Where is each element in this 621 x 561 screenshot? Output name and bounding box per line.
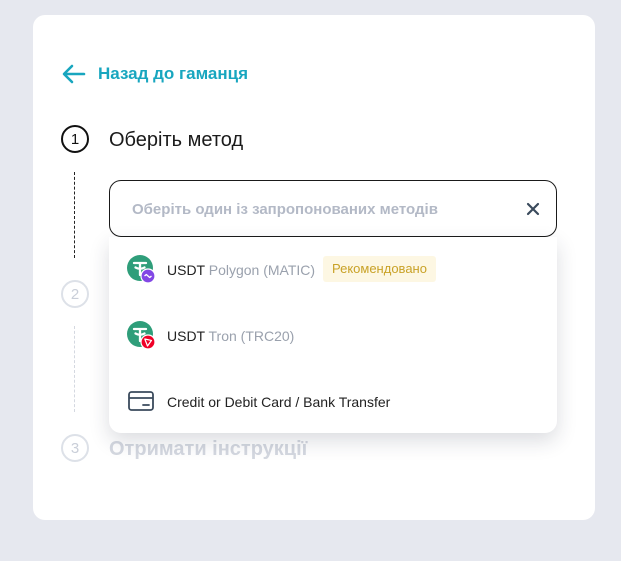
option-network: Polygon (MATIC) [208, 262, 316, 278]
step-3-title: Отримати інструкції [109, 438, 308, 460]
step-3-number: 3 [61, 434, 89, 462]
method-dropdown: USDT Polygon (MATIC) Рекомендовано USDT … [109, 237, 557, 433]
credit-card-icon [128, 391, 154, 411]
option-name: Credit or Debit Card / Bank Transfer [167, 394, 391, 410]
option-card-bank-transfer[interactable]: Credit or Debit Card / Bank Transfer [109, 369, 557, 433]
recommended-badge: Рекомендовано [323, 256, 436, 282]
tether-polygon-icon [127, 255, 155, 283]
step-connector-2 [74, 326, 75, 412]
step-connector-1 [74, 172, 75, 258]
option-name: USDT [167, 262, 205, 278]
close-icon[interactable] [524, 200, 542, 218]
step-1-number: 1 [61, 125, 89, 153]
back-to-wallet-link[interactable]: Назад до гаманця [62, 62, 248, 86]
step-1-title: Оберіть метод [109, 129, 244, 151]
tether-tron-icon [127, 321, 155, 349]
option-label: USDT Tron (TRC20) [167, 328, 294, 344]
option-name: USDT [167, 328, 205, 344]
option-network: Tron (TRC20) [208, 328, 295, 344]
method-select[interactable] [109, 180, 557, 238]
arrow-left-icon [62, 64, 86, 84]
back-link-label: Назад до гаманця [98, 64, 249, 83]
option-usdt-polygon[interactable]: USDT Polygon (MATIC) Рекомендовано [109, 237, 557, 301]
option-label: USDT Polygon (MATIC) [167, 262, 315, 278]
option-usdt-tron[interactable]: USDT Tron (TRC20) [109, 303, 557, 367]
step-2-number: 2 [61, 280, 89, 308]
method-search-input[interactable] [130, 181, 504, 238]
